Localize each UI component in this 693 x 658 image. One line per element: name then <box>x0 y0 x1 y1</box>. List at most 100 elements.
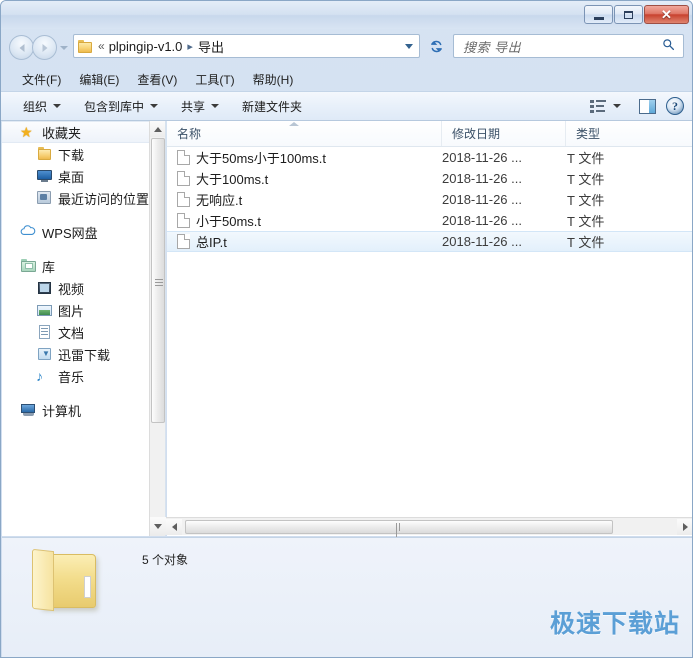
view-options-button[interactable] <box>590 99 621 113</box>
file-type-cell: T 文件 <box>567 235 605 250</box>
new-folder-label: 新建文件夹 <box>242 99 303 114</box>
refresh-button[interactable] <box>425 35 447 57</box>
file-name-label: 总IP.t <box>196 235 227 250</box>
address-chevron-down-icon[interactable] <box>405 43 413 49</box>
sidebar-item-music[interactable]: ♪ 音乐 <box>2 365 165 387</box>
scrollbar-thumb[interactable] <box>151 138 165 423</box>
maximize-button[interactable] <box>614 5 643 24</box>
help-icon[interactable]: ? <box>666 97 684 115</box>
search-icon[interactable] <box>662 38 675 54</box>
picture-icon <box>36 302 53 318</box>
sidebar-item-favorites[interactable]: ★ 收藏夹 <box>2 121 165 143</box>
table-row[interactable]: 小于50ms.t 2018-11-26 ... T 文件 <box>167 210 692 231</box>
table-row[interactable]: 总IP.t 2018-11-26 ... T 文件 <box>167 231 692 252</box>
file-icon <box>177 150 190 165</box>
folder-icon <box>78 39 93 53</box>
sidebar-item-computer[interactable]: 计算机 <box>2 399 165 421</box>
column-header-date-modified[interactable]: 修改日期 <box>442 121 566 146</box>
file-date-cell: 2018-11-26 ... <box>442 171 522 186</box>
folder-icon <box>36 146 53 162</box>
back-button[interactable] <box>9 35 34 60</box>
file-date-cell: 2018-11-26 ... <box>442 150 522 165</box>
menu-item-file[interactable]: 文件(F) <box>13 69 70 90</box>
sidebar-label-wps-cloud: WPS网盘 <box>42 225 98 241</box>
sidebar-item-libraries[interactable]: 库 <box>2 255 165 277</box>
column-header-name[interactable]: 名称 <box>167 121 442 146</box>
sidebar-scrollbar[interactable] <box>149 121 165 536</box>
table-row[interactable]: 大于50ms小于100ms.t 2018-11-26 ... T 文件 <box>167 147 692 168</box>
cloud-icon <box>20 224 37 240</box>
file-list-horizontal-scrollbar[interactable] <box>166 517 692 539</box>
sidebar-label-recent-places: 最近访问的位置 <box>58 191 150 207</box>
new-folder-button[interactable]: 新建文件夹 <box>234 95 310 118</box>
menu-item-edit[interactable]: 编辑(E) <box>70 69 128 90</box>
sidebar-item-desktop[interactable]: 桌面 <box>2 165 165 187</box>
organize-button[interactable]: 组织 <box>15 95 69 118</box>
file-name-label: 大于100ms.t <box>196 172 269 187</box>
sidebar-item-videos[interactable]: 视频 <box>2 277 165 299</box>
close-button[interactable]: ✕ <box>644 5 689 24</box>
address-bar[interactable]: « plpingip-v1.0 ▸ 导出 <box>73 34 420 58</box>
chevron-right-icon <box>682 523 688 531</box>
navigation-pane: ★ 收藏夹 下载 桌面 最近访问的位置 WPS网盘 库 视频 图片 文档 ▼ 迅… <box>2 121 166 536</box>
item-count-label: 5 个对象 <box>142 553 189 567</box>
scroll-left-button[interactable] <box>166 519 182 535</box>
recent-pages-chevron-icon[interactable] <box>60 45 68 50</box>
share-button[interactable]: 共享 <box>173 95 227 118</box>
sidebar-label-thunder-download: 迅雷下载 <box>58 347 111 363</box>
sidebar-label-desktop: 桌面 <box>58 169 85 185</box>
horizontal-scrollbar-thumb[interactable] <box>185 520 613 539</box>
file-name-cell: 大于50ms小于100ms.t <box>177 147 439 168</box>
scroll-right-button[interactable] <box>677 519 692 535</box>
column-header-type[interactable]: 类型 <box>566 121 692 146</box>
menu-item-view[interactable]: 查看(V) <box>128 69 186 90</box>
sidebar-label-downloads: 下载 <box>58 147 85 163</box>
sidebar-item-wps-cloud[interactable]: WPS网盘 <box>2 221 165 243</box>
table-row[interactable]: 大于100ms.t 2018-11-26 ... T 文件 <box>167 168 692 189</box>
sidebar-item-pictures[interactable]: 图片 <box>2 299 165 321</box>
sidebar-item-recent-places[interactable]: 最近访问的位置 <box>2 187 165 209</box>
breadcrumb-overflow-icon[interactable]: « <box>98 39 105 53</box>
column-header-row: 名称 修改日期 类型 <box>167 121 692 147</box>
file-rows: 大于50ms小于100ms.t 2018-11-26 ... T 文件 大于10… <box>167 147 692 252</box>
star-icon: ★ <box>20 124 33 140</box>
sidebar-label-favorites: 收藏夹 <box>42 125 82 141</box>
table-row[interactable]: 无响应.t 2018-11-26 ... T 文件 <box>167 189 692 210</box>
sidebar-scroll-down-button[interactable] <box>150 517 166 535</box>
file-icon <box>177 192 190 207</box>
close-icon: ✕ <box>661 7 672 22</box>
title-bar: ✕ <box>1 1 692 29</box>
file-name-label: 大于50ms小于100ms.t <box>196 151 327 166</box>
scroll-up-button[interactable] <box>150 121 165 137</box>
organize-label: 组织 <box>23 99 48 114</box>
breadcrumb-item-current[interactable]: 导出 <box>198 37 224 56</box>
sidebar-item-downloads[interactable]: 下载 <box>2 143 165 165</box>
preview-pane-icon[interactable] <box>639 98 656 114</box>
explorer-window: ✕ « plpingip-v1.0 ▸ 导出 搜索 导出 文件(F) 编辑(E)… <box>0 0 693 658</box>
file-name-label: 小于50ms.t <box>196 214 262 229</box>
sidebar-item-documents[interactable]: 文档 <box>2 321 165 343</box>
sidebar-item-thunder-download[interactable]: ▼ 迅雷下载 <box>2 343 165 365</box>
search-input[interactable]: 搜索 导出 <box>454 37 521 56</box>
chevron-up-icon <box>154 126 162 132</box>
breadcrumb-item-root[interactable]: plpingip-v1.0 <box>109 39 183 54</box>
forward-button[interactable] <box>32 35 57 60</box>
file-type-cell: T 文件 <box>567 214 605 229</box>
watermark-label: 极速下载站 <box>549 610 680 638</box>
file-icon <box>177 213 190 228</box>
column-label-name: 名称 <box>177 127 202 141</box>
library-icon <box>20 258 37 274</box>
file-name-cell: 总IP.t <box>177 232 439 251</box>
folder-large-icon <box>32 548 100 612</box>
column-label-type: 类型 <box>576 127 601 141</box>
document-icon <box>36 324 53 340</box>
file-list-pane: 名称 修改日期 类型 大于50ms小于100ms.t 2018-11-26 ..… <box>167 121 692 536</box>
minimize-button[interactable] <box>584 5 613 24</box>
menu-item-tools[interactable]: 工具(T) <box>186 69 243 90</box>
include-in-library-button[interactable]: 包含到库中 <box>76 95 166 118</box>
search-box[interactable]: 搜索 导出 <box>453 34 684 58</box>
menu-item-help[interactable]: 帮助(H) <box>244 69 303 90</box>
include-in-library-label: 包含到库中 <box>84 99 145 114</box>
computer-icon <box>20 402 37 418</box>
